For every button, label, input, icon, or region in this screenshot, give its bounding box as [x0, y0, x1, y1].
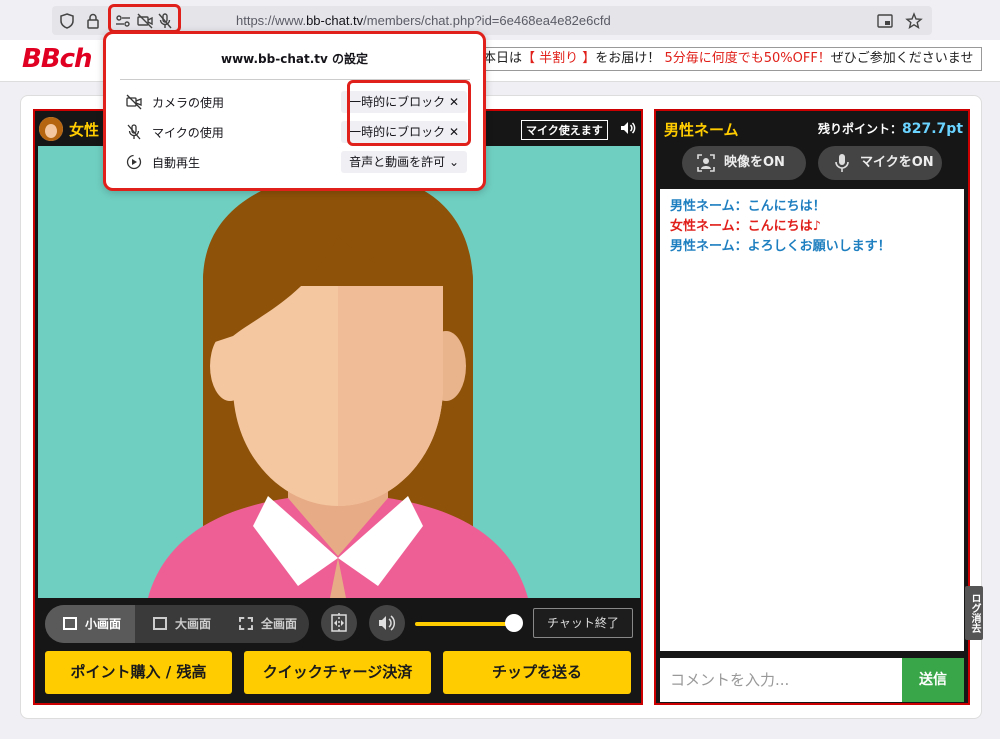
large-screen-label: 大画面 [175, 617, 212, 631]
autoplay-permission-dropdown[interactable]: 音声と動画を許可 ⌄ [341, 151, 467, 173]
announcement-marquee: 本日は【 半割り 】をお届け！ 5分毎に何度でも50%OFF！ぜひご参加ください… [478, 47, 982, 71]
flip-icon [331, 613, 347, 633]
video-panel: 女性 マイク使えます 小画面 大画面 全画面 チャット終了 ポイント購入 / 残… [33, 109, 643, 705]
mic-blocked-icon [127, 124, 141, 140]
send-tip-button[interactable]: チップを送る [443, 651, 631, 694]
video-controls: 小画面 大画面 全画面 チャット終了 [43, 605, 633, 645]
permission-icons-highlight [108, 4, 181, 33]
camera-blocked-icon [126, 94, 142, 110]
user-name: 男性ネーム [664, 121, 739, 139]
camera-permission-label: カメラの使用 [152, 96, 225, 110]
site-logo[interactable]: BBch [22, 44, 93, 74]
flip-camera-button[interactable] [321, 605, 357, 641]
message-sender: 男性ネーム： [670, 199, 748, 214]
message-sender: 女性ネーム： [670, 219, 748, 234]
message-sender: 男性ネーム： [670, 239, 748, 254]
speaker-icon[interactable] [619, 119, 637, 137]
full-screen-button[interactable]: 全画面 [221, 605, 309, 643]
message-text: こんにちは♪ [747, 219, 821, 234]
volume-button[interactable] [369, 605, 405, 641]
autoplay-permission-row: 自動再生 音声と動画を許可 ⌄ [122, 151, 467, 173]
quick-charge-button[interactable]: クイックチャージ決済 [244, 651, 431, 694]
performer-name: 女性 [69, 121, 100, 139]
popup-title: www.bb-chat.tv の設定 [221, 52, 368, 66]
chat-message: 男性ネーム：こんにちは！ [670, 197, 954, 217]
camera-user-icon [697, 154, 715, 172]
small-screen-button[interactable]: 小画面 [45, 605, 135, 643]
send-button[interactable]: 送信 [902, 658, 964, 702]
picture-in-picture-icon[interactable] [876, 12, 894, 30]
full-screen-label: 全画面 [261, 617, 298, 631]
comment-input[interactable] [660, 658, 902, 702]
chat-message: 男性ネーム：よろしくお願いします！ [670, 237, 954, 257]
points-value: 827.7pt [902, 121, 964, 137]
message-text: こんにちは！ [747, 199, 826, 214]
remaining-points: 残りポイント：827.7pt [818, 120, 963, 137]
end-chat-button[interactable]: チャット終了 [533, 608, 633, 638]
action-buttons: ポイント購入 / 残高 クイックチャージ決済 チップを送る [45, 651, 635, 695]
shield-icon[interactable] [58, 12, 76, 30]
chat-panel: 男性ネーム 残りポイント：827.7pt 映像をON マイクをON 男性ネーム：… [654, 109, 970, 705]
full-screen-icon [239, 617, 253, 630]
marquee-red-text: 5分毎に何度でも50%OFF！ [664, 51, 831, 66]
mic-icon [835, 154, 849, 172]
block-settings-highlight [347, 80, 471, 146]
video-on-button[interactable]: 映像をON [682, 146, 806, 180]
performer-avatar [39, 117, 63, 141]
url-prefix: https://www. [236, 13, 307, 28]
screen-size-selector: 小画面 大画面 全画面 [45, 605, 309, 643]
url-path: /members/chat.php?id=6e468ea4e82e6cfd [363, 13, 611, 28]
mic-on-label: マイクをON [860, 155, 934, 170]
buy-points-button[interactable]: ポイント購入 / 残高 [45, 651, 232, 694]
volume-slider-track[interactable] [415, 622, 513, 626]
marquee-text-3: ぜひご参加くださいませ [830, 51, 974, 66]
mic-available-badge: マイク使えます [521, 120, 608, 140]
chat-log[interactable]: 男性ネーム：こんにちは！ 女性ネーム：こんにちは♪ 男性ネーム：よろしくお願いし… [660, 189, 964, 651]
log-clear-button[interactable]: ログ消去 [965, 586, 983, 640]
bookmark-star-icon[interactable] [905, 12, 923, 30]
url-domain: bb-chat.tv [306, 13, 364, 28]
large-screen-button[interactable]: 大画面 [135, 605, 221, 643]
mic-permission-label: マイクの使用 [152, 126, 224, 140]
chat-message: 女性ネーム：こんにちは♪ [670, 217, 954, 237]
points-label: 残りポイント： [818, 122, 903, 136]
lock-icon[interactable] [84, 12, 102, 30]
volume-icon [379, 615, 396, 631]
performer-illustration [148, 171, 528, 598]
video-stream[interactable] [38, 146, 640, 598]
marquee-highlight: 【 半割り 】 [522, 51, 596, 66]
url-text[interactable]: https://www.bb-chat.tv/members/chat.php?… [236, 13, 611, 28]
autoplay-permission-label: 自動再生 [152, 156, 201, 170]
marquee-text-2: をお届け！ [595, 51, 661, 66]
autoplay-icon [126, 154, 142, 170]
small-screen-label: 小画面 [85, 617, 122, 631]
small-screen-icon [63, 617, 77, 630]
marquee-text-1: 本日は [483, 51, 523, 66]
message-text: よろしくお願いします！ [747, 239, 891, 254]
mic-on-button[interactable]: マイクをON [818, 146, 942, 180]
video-on-label: 映像をON [724, 155, 785, 170]
volume-slider-knob[interactable] [505, 614, 523, 632]
large-screen-icon [153, 617, 167, 630]
